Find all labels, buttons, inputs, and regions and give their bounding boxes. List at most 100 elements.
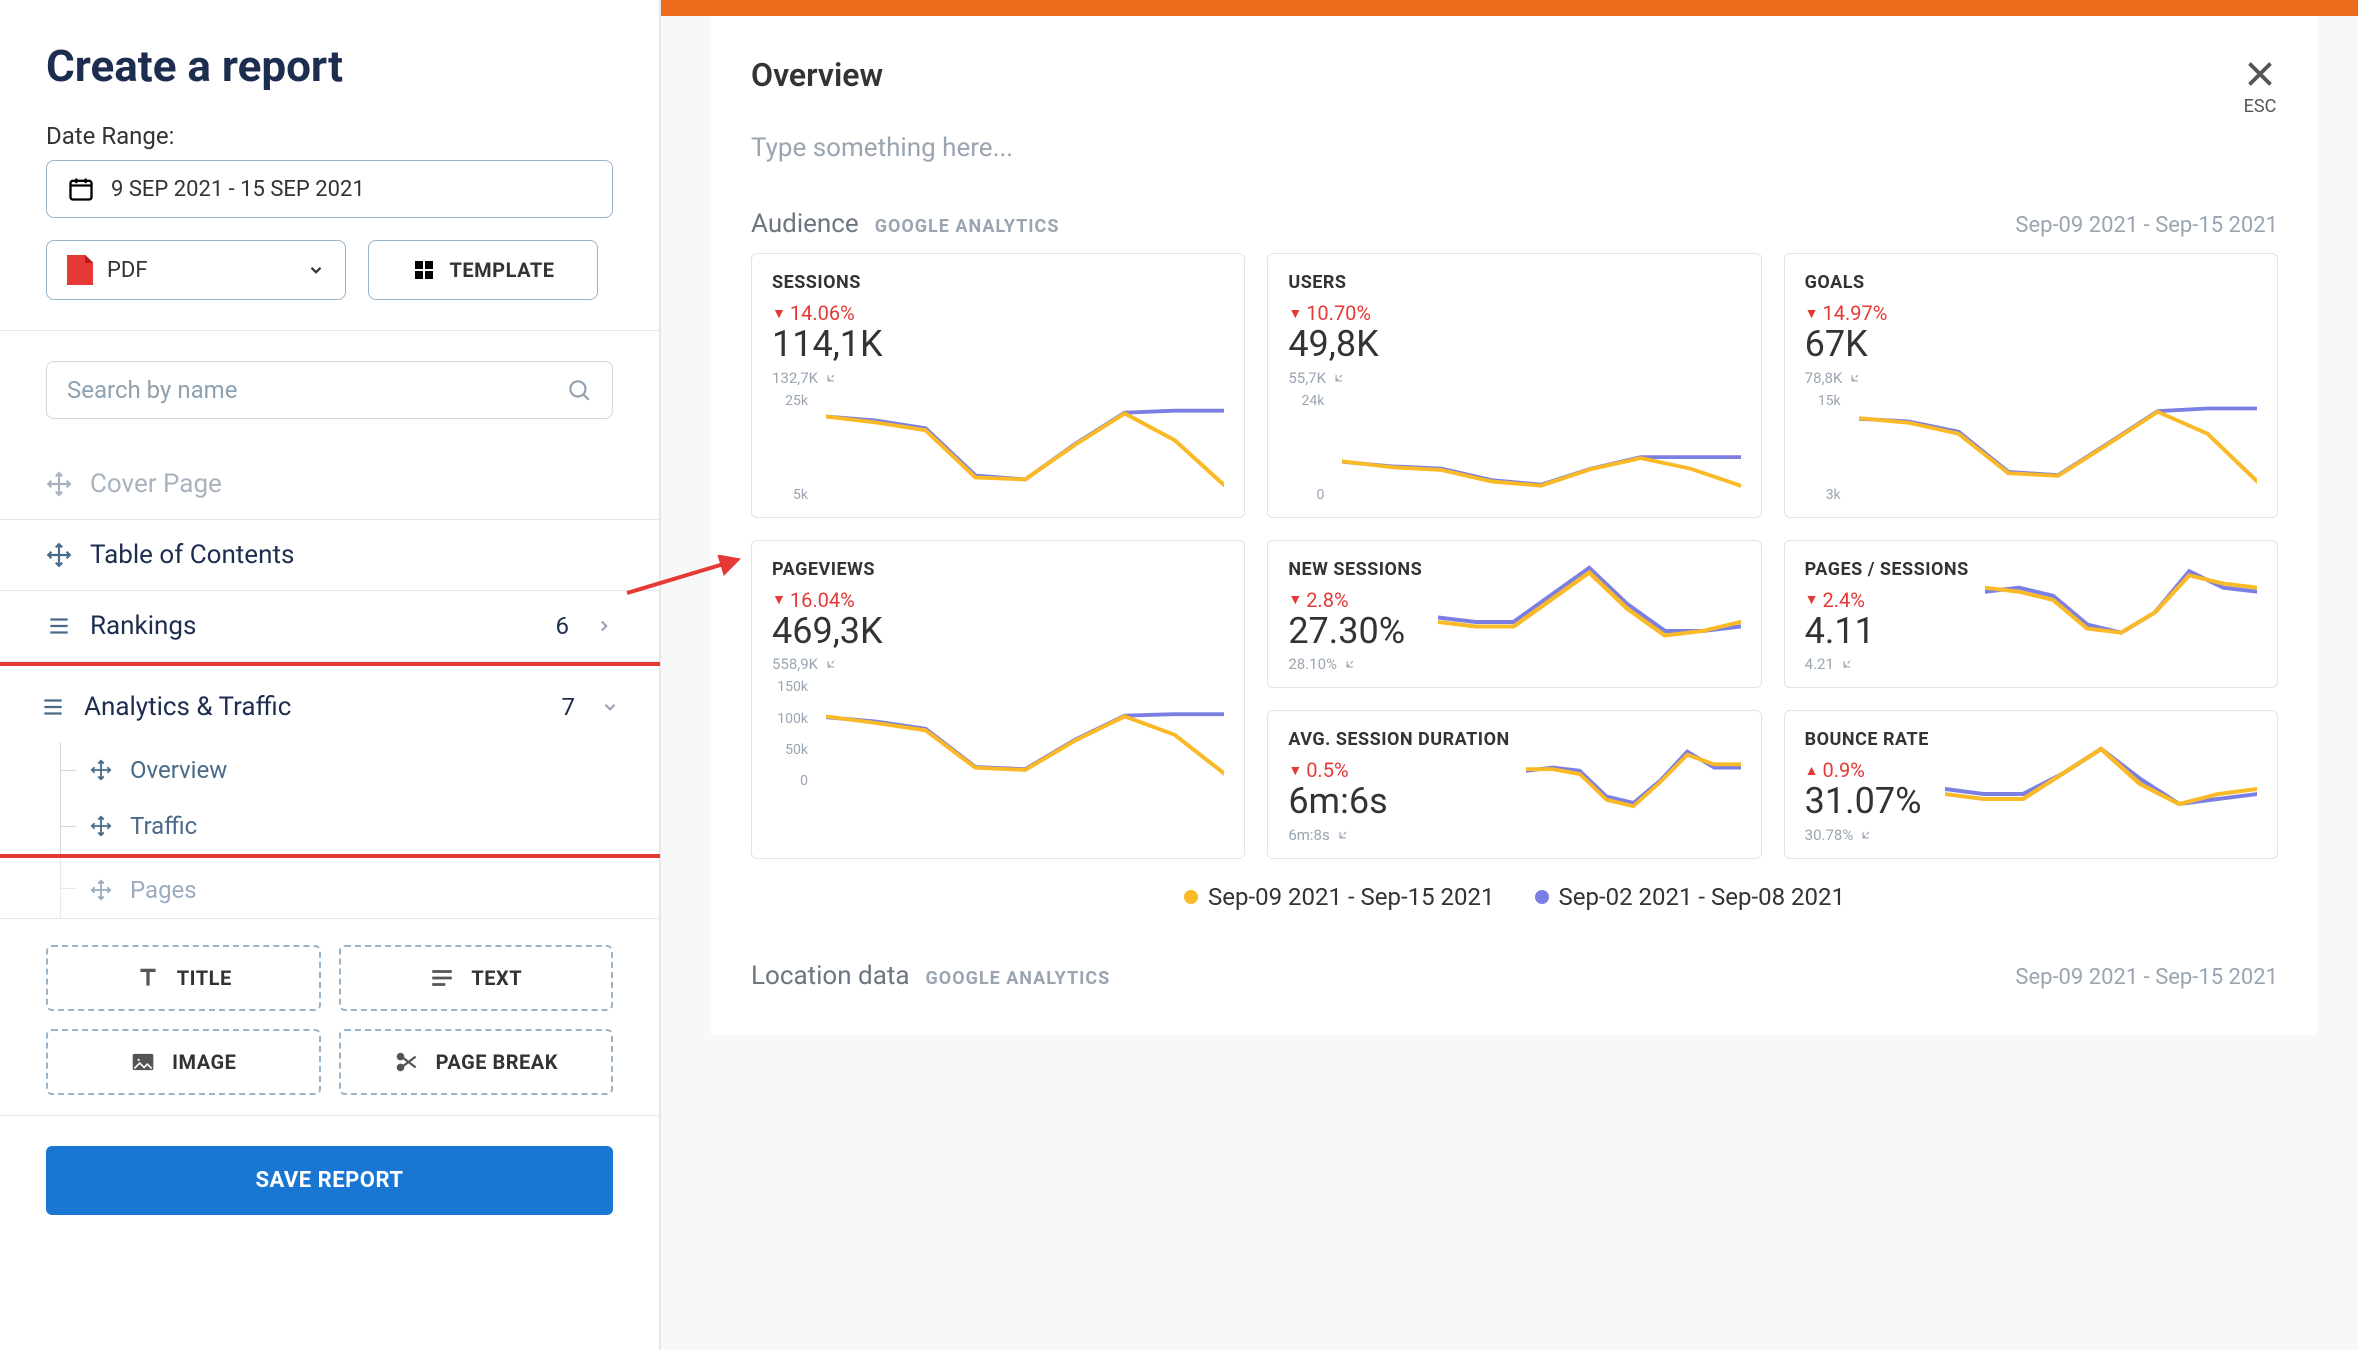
sparkline bbox=[1985, 559, 2257, 649]
subnav-label: Traffic bbox=[130, 812, 197, 840]
add-text-button[interactable]: TEXT bbox=[339, 945, 614, 1011]
card-value: 27.30% bbox=[1288, 612, 1422, 652]
nav-item-analytics[interactable]: Analytics & Traffic 7 bbox=[0, 672, 659, 742]
audience-grid: SESSIONS ▼ 14.06% 114,1K 132,7K 25k5k US… bbox=[751, 253, 2278, 859]
date-range-value: 9 SEP 2021 - 15 SEP 2021 bbox=[111, 177, 365, 202]
sparkline bbox=[1342, 393, 1740, 503]
close-button[interactable]: ESC bbox=[2242, 56, 2278, 117]
preview-hint[interactable]: Type something here... bbox=[751, 133, 2278, 163]
save-report-button[interactable]: SAVE REPORT bbox=[46, 1146, 613, 1215]
card-title: NEW SESSIONS bbox=[1288, 559, 1422, 580]
card-title: USERS bbox=[1288, 272, 1740, 293]
title-icon bbox=[135, 965, 161, 991]
chevron-right-icon bbox=[595, 617, 613, 635]
card-prev: 4.21 bbox=[1805, 655, 1969, 673]
add-image-button[interactable]: IMAGE bbox=[46, 1029, 321, 1095]
card-delta: ▼ 14.06% bbox=[772, 301, 1224, 325]
search-icon bbox=[566, 377, 592, 403]
format-select[interactable]: PDF bbox=[46, 240, 346, 300]
close-icon bbox=[2242, 56, 2278, 92]
button-label: TEXT bbox=[471, 966, 522, 990]
card-delta: ▲ 0.9% bbox=[1805, 758, 1929, 782]
subnav-pages[interactable]: Pages bbox=[0, 858, 659, 918]
nav-label: Analytics & Traffic bbox=[84, 692, 544, 722]
nav-item-toc[interactable]: Table of Contents bbox=[0, 520, 659, 591]
card-prev: 78,8K bbox=[1805, 369, 2257, 387]
nav-label: Rankings bbox=[90, 611, 538, 641]
metric-card-users: USERS ▼ 10.70% 49,8K 55,7K 24k0 bbox=[1267, 253, 1761, 518]
card-prev: 6m:8s bbox=[1288, 826, 1509, 844]
card-value: 6m:6s bbox=[1288, 782, 1509, 822]
card-prev: 28.10% bbox=[1288, 655, 1422, 673]
card-delta: ▼ 16.04% bbox=[772, 588, 1224, 612]
move-icon bbox=[90, 815, 112, 837]
list-icon bbox=[46, 613, 72, 639]
card-prev: 55,7K bbox=[1288, 369, 1740, 387]
legend: Sep-09 2021 - Sep-15 2021 Sep-02 2021 - … bbox=[751, 883, 2278, 911]
card-title: PAGES / SESSIONS bbox=[1805, 559, 1969, 580]
card-title: SESSIONS bbox=[772, 272, 1224, 293]
list-icon bbox=[40, 694, 66, 720]
grid-icon bbox=[412, 258, 436, 282]
analytics-highlight: Analytics & Traffic 7 Overview Traffic bbox=[0, 662, 669, 858]
section-list: Cover Page Table of Contents Rankings 6 … bbox=[0, 449, 659, 918]
nav-item-rankings[interactable]: Rankings 6 bbox=[0, 591, 659, 662]
search-box[interactable] bbox=[46, 361, 613, 419]
metric-card-bounce: BOUNCE RATE ▲ 0.9% 31.07% 30.78% bbox=[1784, 710, 2278, 859]
search-input[interactable] bbox=[67, 376, 566, 404]
subnav-label: Pages bbox=[130, 876, 197, 904]
move-icon bbox=[46, 471, 72, 497]
metric-card-goals: GOALS ▼ 14.97% 67K 78,8K 15k3k bbox=[1784, 253, 2278, 518]
preview-accent-bar bbox=[661, 0, 2358, 16]
sparkline bbox=[826, 393, 1224, 503]
card-value: 49,8K bbox=[1288, 325, 1740, 365]
section-range: Sep-09 2021 - Sep-15 2021 bbox=[2015, 965, 2278, 990]
calendar-icon bbox=[67, 175, 95, 203]
subnav-label: Overview bbox=[130, 756, 227, 784]
move-icon bbox=[46, 542, 72, 568]
add-title-button[interactable]: TITLE bbox=[46, 945, 321, 1011]
subnav-overview[interactable]: Overview bbox=[0, 742, 659, 798]
pdf-icon bbox=[67, 255, 93, 285]
preview-pane: Overview ESC Type something here... Audi… bbox=[660, 0, 2358, 1350]
template-label: TEMPLATE bbox=[450, 258, 555, 282]
card-delta: ▼ 2.8% bbox=[1288, 588, 1422, 612]
y-axis-labels: 24k0 bbox=[1288, 393, 1328, 503]
format-label: PDF bbox=[107, 258, 147, 283]
section-title: Location data bbox=[751, 961, 910, 991]
card-title: BOUNCE RATE bbox=[1805, 729, 1929, 750]
add-pagebreak-button[interactable]: PAGE BREAK bbox=[339, 1029, 614, 1095]
section--location: Location data GOOGLE ANALYTICS Sep-09 20… bbox=[751, 961, 2278, 991]
card-prev: 30.78% bbox=[1805, 826, 1929, 844]
date-range-picker[interactable]: 9 SEP 2021 - 15 SEP 2021 bbox=[46, 160, 613, 218]
nav-count: 7 bbox=[562, 693, 576, 721]
y-axis-labels: 150k100k50k0 bbox=[772, 679, 812, 789]
button-label: IMAGE bbox=[172, 1050, 236, 1074]
card-value: 469,3K bbox=[772, 612, 1224, 652]
card-prev: 558,9K bbox=[772, 655, 1224, 673]
sparkline bbox=[1438, 559, 1740, 649]
metric-card-pageviews: PAGEVIEWS ▼ 16.04% 469,3K 558,9K 150k100… bbox=[751, 540, 1245, 859]
card-value: 4.11 bbox=[1805, 612, 1969, 652]
section-range: Sep-09 2021 - Sep-15 2021 bbox=[2015, 213, 2278, 238]
scissors-icon bbox=[394, 1049, 420, 1075]
move-icon bbox=[90, 759, 112, 781]
card-title: PAGEVIEWS bbox=[772, 559, 1224, 580]
close-hint: ESC bbox=[2244, 96, 2277, 117]
legend-item: Sep-09 2021 - Sep-15 2021 bbox=[1184, 883, 1494, 911]
legend-label: Sep-09 2021 - Sep-15 2021 bbox=[1208, 883, 1494, 911]
nav-item-cover-page[interactable]: Cover Page bbox=[0, 449, 659, 520]
date-range-label: Date Range: bbox=[46, 122, 613, 150]
legend-label: Sep-02 2021 - Sep-08 2021 bbox=[1559, 883, 1845, 911]
section-header-audience: Audience GOOGLE ANALYTICS Sep-09 2021 - … bbox=[751, 209, 2278, 239]
card-value: 67K bbox=[1805, 325, 2257, 365]
metric-card-newsessions: NEW SESSIONS ▼ 2.8% 27.30% 28.10% bbox=[1267, 540, 1761, 689]
sparkline bbox=[1526, 729, 1741, 819]
button-label: TITLE bbox=[177, 966, 232, 990]
card-delta: ▼ 0.5% bbox=[1288, 758, 1509, 782]
template-button[interactable]: TEMPLATE bbox=[368, 240, 598, 300]
metric-card-sessions: SESSIONS ▼ 14.06% 114,1K 132,7K 25k5k bbox=[751, 253, 1245, 518]
nav-count: 6 bbox=[556, 612, 570, 640]
subnav-traffic[interactable]: Traffic bbox=[0, 798, 659, 854]
button-label: PAGE BREAK bbox=[436, 1050, 558, 1074]
